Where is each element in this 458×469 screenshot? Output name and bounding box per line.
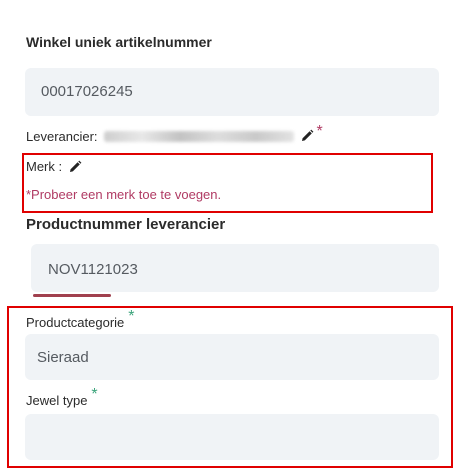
- jewel-type-select[interactable]: [25, 414, 439, 460]
- category-label-row: Productcategorie *: [26, 308, 135, 331]
- required-asterisk: *: [316, 123, 323, 140]
- sku-value: 00017026245: [41, 83, 133, 100]
- supplier-label: Leverancier:: [26, 128, 98, 144]
- sku-field[interactable]: 00017026245: [25, 68, 439, 116]
- brand-label: Merk :: [26, 159, 63, 174]
- required-asterisk: *: [91, 386, 98, 403]
- pencil-icon[interactable]: [300, 129, 314, 143]
- brand-highlight-frame: [22, 153, 433, 213]
- brand-row: Merk :: [26, 159, 82, 174]
- category-select[interactable]: Sieraad: [25, 334, 439, 380]
- jewel-type-label-row: Jewel type *: [26, 386, 98, 409]
- supplier-number-field[interactable]: NOV1121023: [31, 244, 439, 292]
- brand-warning: *Probeer een merk toe te voegen.: [26, 187, 222, 202]
- supplier-number-value: NOV1121023: [48, 261, 138, 278]
- supplier-name-redacted: [103, 130, 294, 142]
- category-label: Productcategorie: [26, 314, 125, 330]
- supplier-row: Leverancier: *: [26, 123, 323, 145]
- category-value: Sieraad: [37, 349, 89, 366]
- jewel-type-label: Jewel type: [26, 392, 88, 408]
- pencil-icon[interactable]: [68, 160, 82, 174]
- required-asterisk: *: [128, 308, 135, 325]
- active-tab-underline: [33, 294, 111, 297]
- sku-title: Winkel uniek artikelnummer: [26, 34, 212, 50]
- supplier-number-title: Productnummer leverancier: [26, 216, 226, 233]
